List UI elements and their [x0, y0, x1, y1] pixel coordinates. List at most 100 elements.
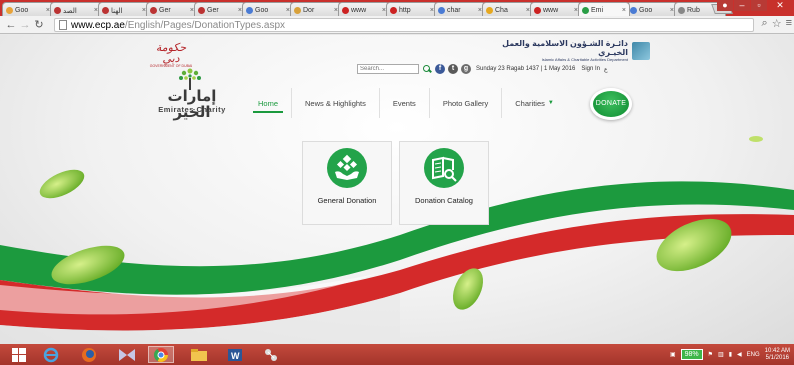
government-of-dubai-logo[interactable]: حكومة دبي GOVERNMENT OF DUBAI: [146, 42, 196, 68]
tab-label: Emi: [591, 7, 604, 14]
chevron-down-icon: ▼: [547, 100, 554, 106]
tab-favicon-icon: [534, 7, 541, 14]
volume-icon[interactable]: ◀: [737, 351, 742, 358]
minimize-button[interactable]: –: [734, 0, 750, 11]
tab-favicon-icon: [582, 7, 589, 14]
donation-catalog-label: Donation Catalog: [415, 196, 473, 205]
search-icon[interactable]: [422, 64, 432, 74]
search-input[interactable]: [357, 64, 419, 74]
shield-icon[interactable]: ▣: [670, 351, 676, 358]
browser-tab[interactable]: Dor ×: [290, 2, 342, 16]
flag-icon[interactable]: ⚑: [708, 351, 713, 358]
browser-tab[interactable]: www ×: [530, 2, 582, 16]
tab-label: Cha: [495, 7, 508, 14]
tab-label: Ger: [159, 7, 171, 14]
tab-favicon-icon: [246, 7, 253, 14]
browser-tab[interactable]: الهنا ×: [98, 2, 150, 16]
donation-catalog-card[interactable]: Donation Catalog: [399, 141, 489, 225]
language-switch[interactable]: ع: [604, 66, 608, 73]
browser-tab[interactable]: Emi ×: [578, 2, 630, 16]
tab-favicon-icon: [486, 7, 493, 14]
menu-icon[interactable]: ≡: [786, 17, 792, 30]
file-explorer-icon[interactable]: [186, 346, 212, 363]
browser-tab[interactable]: Goo ×: [626, 2, 678, 16]
nav-charities[interactable]: Charities ▼: [502, 88, 567, 118]
tab-label: الصد: [63, 7, 77, 15]
bookmark-star-icon[interactable]: ☆: [772, 17, 782, 30]
google-plus-icon[interactable]: g: [461, 64, 471, 74]
browser-tab[interactable]: char ×: [434, 2, 486, 16]
firefox-icon[interactable]: [76, 346, 102, 363]
general-donation-label: General Donation: [317, 196, 377, 205]
emirates-charity-logo[interactable]: إمارات الخير Emirates Charity: [137, 62, 237, 120]
tab-favicon-icon: [150, 7, 157, 14]
iacad-logo[interactable]: دائـرة الشـؤون الاسلامية والعمل الخيـري …: [496, 39, 650, 62]
browser-tab[interactable]: http ×: [386, 2, 438, 16]
input-language[interactable]: ENG: [747, 352, 760, 358]
browser-tab[interactable]: Cha ×: [482, 2, 534, 16]
nav-charities-label: Charities: [515, 98, 545, 108]
browser-tab[interactable]: Ger ×: [194, 2, 246, 16]
header-utility-row: f t g Sunday 23 Ragab 1437 | 1 May 2016 …: [357, 63, 608, 75]
chrome-icon[interactable]: [148, 346, 174, 363]
nav-events[interactable]: Events: [380, 88, 430, 118]
network-icon[interactable]: ▥: [718, 351, 724, 358]
browser-toolbar: ← → ↻ www.ecp.ae /English/Pages/Donation…: [0, 16, 794, 34]
hands-heart-icon: [327, 148, 367, 188]
tab-favicon-icon: [390, 7, 397, 14]
svg-text:W: W: [231, 351, 240, 361]
word-icon[interactable]: W: [222, 346, 248, 363]
forward-button[interactable]: →: [18, 19, 32, 31]
close-window-button[interactable]: ✕: [768, 0, 792, 11]
battery-indicator[interactable]: 98%: [680, 349, 703, 360]
donate-button[interactable]: DONATE: [590, 88, 632, 120]
sign-in-link[interactable]: Sign In: [581, 66, 600, 72]
browser-tab[interactable]: Ger ×: [146, 2, 198, 16]
user-icon[interactable]: ●: [717, 0, 733, 11]
media-player-icon[interactable]: [114, 346, 140, 363]
dept-name-ar: دائـرة الشـؤون الاسلامية والعمل الخيـري: [502, 39, 628, 57]
nav-photo-gallery[interactable]: Photo Gallery: [430, 88, 503, 118]
nav-home[interactable]: Home: [245, 88, 293, 118]
clock-time: 10:42 AM: [764, 347, 790, 354]
tab-label: Rub: [687, 7, 700, 14]
internet-explorer-icon[interactable]: [38, 346, 64, 363]
clock-date: 5/1/2016: [765, 354, 789, 361]
tab-label: char: [447, 7, 461, 14]
tab-label: Goo: [15, 7, 29, 14]
catalog-search-icon: [424, 148, 464, 188]
windows-taskbar: W ▣ 98% ⚑ ▥ ▮ ◀ ENG 10:42 AM 5/1/2016: [0, 344, 794, 365]
tab-label: Ger: [207, 7, 219, 14]
signal-icon[interactable]: ▮: [729, 351, 732, 358]
background-swoosh: [0, 136, 794, 344]
browser-tab[interactable]: الصد ×: [50, 2, 102, 16]
back-button[interactable]: ←: [4, 19, 18, 31]
maximize-button[interactable]: ▫: [751, 0, 767, 11]
tab-favicon-icon: [6, 7, 13, 14]
zoom-icon[interactable]: ⌕: [762, 17, 768, 30]
tab-favicon-icon: [198, 7, 205, 14]
twitter-icon[interactable]: t: [448, 64, 458, 74]
page-icon: [59, 20, 67, 30]
nav-news-highlights[interactable]: News & Highlights: [292, 88, 380, 118]
tab-favicon-icon: [54, 7, 61, 14]
tab-close-icon[interactable]: ×: [622, 7, 626, 14]
tab-label: http: [399, 7, 411, 14]
tab-label: Goo: [639, 7, 653, 14]
tab-label: الهنا: [111, 7, 123, 15]
tab-favicon-icon: [438, 7, 445, 14]
browser-tab[interactable]: Goo ×: [2, 2, 54, 16]
general-donation-card[interactable]: General Donation: [302, 141, 392, 225]
browser-tab[interactable]: www ×: [338, 2, 390, 16]
windows-start-icon[interactable]: [6, 346, 32, 363]
clock[interactable]: 10:42 AM 5/1/2016: [765, 348, 790, 362]
tab-label: Dor: [303, 7, 315, 14]
browser-tab[interactable]: Goo ×: [242, 2, 294, 16]
reload-button[interactable]: ↻: [32, 18, 46, 31]
facebook-icon[interactable]: f: [435, 64, 445, 74]
tab-favicon-icon: [630, 7, 637, 14]
network-app-icon[interactable]: [258, 346, 284, 363]
dept-emblem-icon: [632, 42, 650, 60]
web-page: حكومة دبي GOVERNMENT OF DUBAI دائـرة الش…: [0, 35, 794, 344]
address-bar[interactable]: www.ecp.ae /English/Pages/DonationTypes.…: [54, 18, 754, 32]
